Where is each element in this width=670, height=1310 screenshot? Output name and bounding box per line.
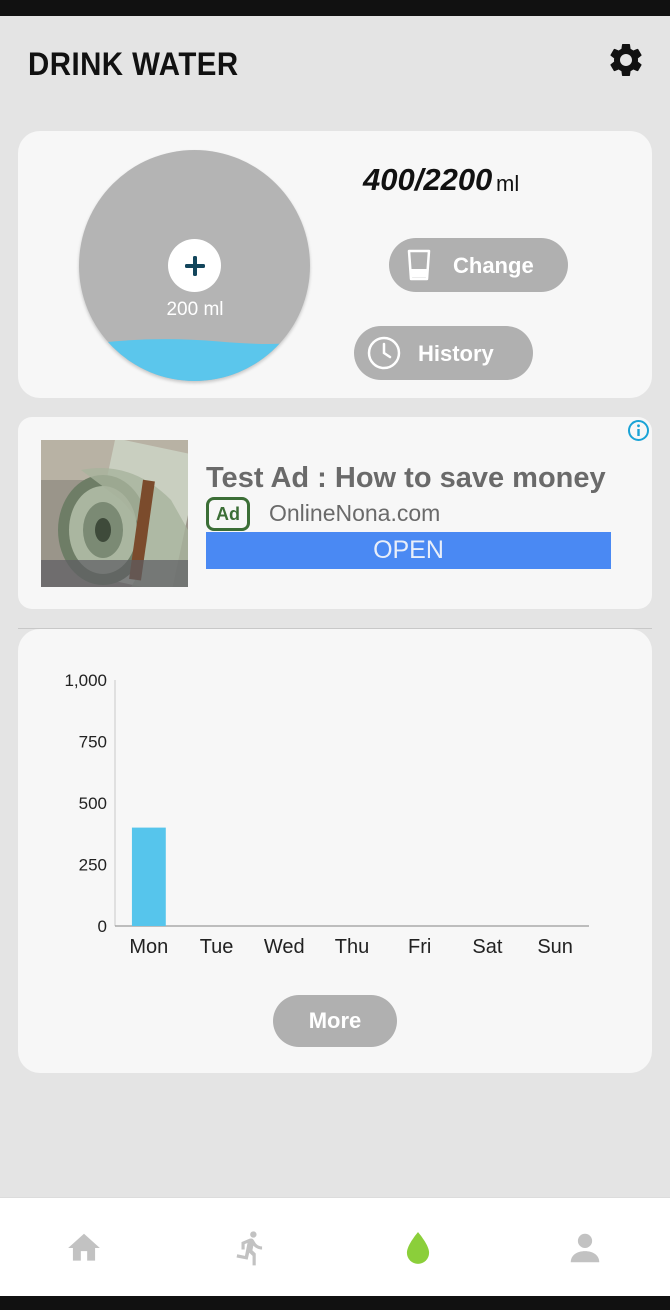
glass-icon (407, 249, 431, 281)
ad-title[interactable]: Test Ad : How to save money (206, 462, 606, 495)
home-icon (67, 1233, 100, 1261)
x-tick-label: Fri (408, 936, 431, 958)
nav-water[interactable] (334, 1198, 501, 1297)
page-title: DRINK WATER (28, 46, 239, 82)
water-wave (79, 339, 310, 381)
ad-open-button[interactable]: OPEN (206, 532, 611, 569)
intake-progress: 400/2200 (363, 162, 493, 197)
history-button[interactable]: History (354, 326, 533, 380)
x-tick-label: Thu (335, 936, 369, 958)
ad-image[interactable] (41, 440, 188, 587)
running-icon (236, 1230, 262, 1265)
history-label: History (418, 341, 494, 366)
add-water-button[interactable] (168, 239, 221, 292)
intake-unit: ml (496, 171, 520, 196)
x-tick-label: Sat (472, 936, 502, 958)
cup-size-label: 200 ml (166, 299, 224, 320)
y-tick-label: 0 (98, 917, 107, 936)
weekly-intake-chart: 0 250 500 750 1,000 Mon Tue Wed Thu Fri Sat Sun (64, 671, 589, 958)
y-tick-label: 500 (79, 794, 107, 813)
ad-domain[interactable]: OnlineNona.com (269, 500, 440, 527)
plus-icon (184, 255, 205, 276)
nav-home[interactable] (0, 1198, 167, 1297)
status-bar (0, 0, 670, 16)
x-tick-label: Wed (264, 936, 305, 958)
money-roll-image (41, 440, 188, 587)
bar-mon[interactable] (131, 827, 166, 926)
nav-activity[interactable] (167, 1198, 334, 1297)
y-tick-label: 750 (79, 733, 107, 752)
change-label: Change (453, 253, 534, 278)
x-tick-label: Mon (129, 936, 168, 958)
ad-info-button[interactable] (627, 419, 650, 442)
info-icon (628, 420, 649, 441)
nav-profile[interactable] (501, 1198, 668, 1297)
x-tick-label: Tue (200, 936, 234, 958)
navigation-bar (0, 1296, 670, 1310)
y-tick-label: 250 (79, 856, 107, 875)
ad-badge: Ad (206, 497, 250, 531)
y-tick-label: 1,000 (64, 671, 107, 690)
more-button[interactable]: More (273, 995, 397, 1047)
bottom-nav (0, 1197, 670, 1296)
change-cup-button[interactable]: Change (389, 238, 568, 292)
water-drop-icon (406, 1231, 429, 1264)
clock-icon (367, 336, 401, 370)
settings-button[interactable] (606, 40, 646, 80)
profile-icon (570, 1233, 599, 1262)
x-tick-label: Sun (537, 936, 573, 958)
gear-icon (610, 43, 642, 76)
